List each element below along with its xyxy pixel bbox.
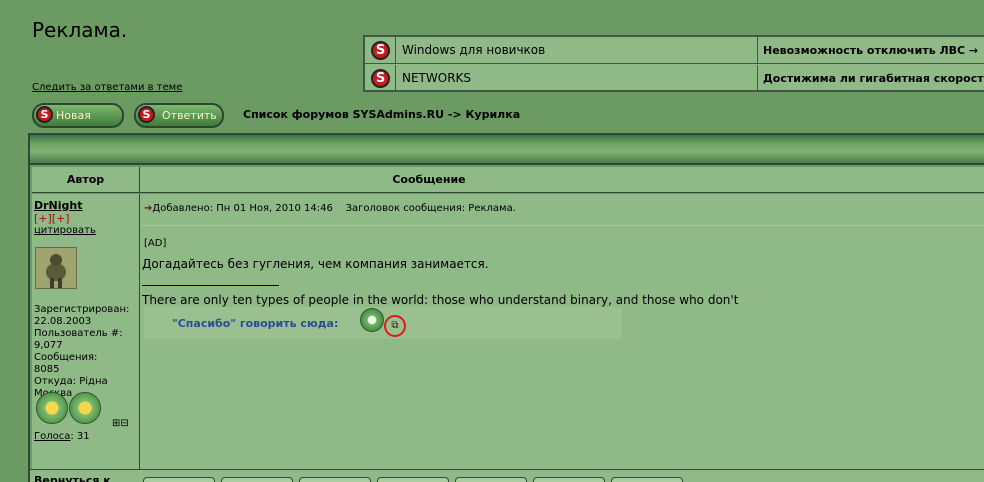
thanks-box: "Спасибо" говорить сюда: ⧉	[144, 307, 622, 339]
breadcrumb[interactable]: Список форумов SYSAdmins.RU -> Курилка	[243, 108, 520, 121]
signature-divider	[142, 285, 279, 286]
related-row: S NETWORKS Достижима ли гигабитная скоро…	[365, 65, 984, 92]
author-column-header: Автор	[32, 167, 140, 193]
message-column-header: Сообщение	[140, 167, 984, 193]
s-logo-icon: S	[36, 106, 53, 123]
registered-label: Зарегистрирован:	[34, 304, 130, 315]
bottom-row: Вернуться к	[30, 469, 984, 482]
thanks-label: "Спасибо" говорить сюда:	[172, 317, 339, 330]
related-last-post-link[interactable]: Достижима ли гигабитная скорост	[757, 65, 984, 92]
ad-tag: [AD]	[144, 238, 167, 249]
reply-label: Ответить	[162, 109, 217, 122]
related-topics-table: S Windows для новичков Невозможность отк…	[363, 35, 984, 92]
page-title: Реклама.	[32, 18, 128, 42]
related-topic-link[interactable]: Windows для новичков	[395, 37, 757, 64]
rank-stars	[36, 392, 102, 427]
location-label: Откуда: Рідна	[34, 376, 108, 387]
table-top-bar	[30, 135, 984, 165]
forum-post-table: Автор Сообщение DrNight [+][+] цитироват…	[28, 133, 984, 482]
topic-s-icon: S	[371, 69, 390, 88]
post-action-button[interactable]	[533, 477, 605, 482]
posts-value: 8085	[34, 364, 60, 375]
related-row: S Windows для новичков Невозможность отк…	[365, 37, 984, 64]
rank-star-icon	[36, 392, 68, 424]
reply-button[interactable]: S Ответить	[134, 103, 224, 128]
message-panel: ➔Добавлено: Пн 01 Ноя, 2010 14:46 Заголо…	[140, 194, 984, 469]
avatar-image-icon	[36, 248, 76, 288]
post-action-button[interactable]	[221, 477, 293, 482]
post-body: Догадайтесь без гугления, чем компания з…	[142, 257, 489, 271]
post-action-button[interactable]	[611, 477, 683, 482]
related-last-post-link[interactable]: Невозможность отключить ЛВС →	[757, 37, 984, 64]
signature: There are only ten types of people in th…	[142, 293, 739, 307]
quote-link[interactable]: цитировать	[34, 225, 96, 236]
author-nick-link[interactable]: DrNight	[34, 199, 83, 212]
author-panel: DrNight [+][+] цитировать Зарегистрирова…	[32, 194, 140, 469]
karma-buttons[interactable]: [+][+]	[34, 212, 70, 225]
post-header-text: Добавлено: Пн 01 Ноя, 2010 14:46 Заголов…	[152, 203, 516, 214]
post-action-button[interactable]	[299, 477, 371, 482]
votes-link[interactable]: Голоса	[34, 431, 70, 442]
thanks-star-button[interactable]	[360, 308, 384, 332]
follow-topic-link[interactable]: Следить за ответами в теме	[32, 82, 182, 93]
new-topic-button[interactable]: S Новая тема	[32, 103, 124, 143]
back-link[interactable]: Вернуться к	[34, 474, 111, 482]
expand-collapse-icon[interactable]: ⊞⊟	[112, 418, 129, 429]
rank-star-icon	[69, 392, 101, 424]
click-cursor-icon: ⧉	[384, 315, 406, 337]
user-number-value: 9,077	[34, 340, 63, 351]
votes-value: : 31	[70, 431, 90, 442]
avatar	[35, 247, 77, 289]
post-action-button[interactable]	[455, 477, 527, 482]
post-header-divider	[140, 225, 984, 226]
topic-s-icon: S	[371, 41, 390, 60]
user-number-label: Пользователь #:	[34, 328, 123, 339]
post-header: ➔Добавлено: Пн 01 Ноя, 2010 14:46 Заголо…	[144, 203, 516, 214]
posts-label: Сообщения:	[34, 352, 98, 363]
registered-value: 22.08.2003	[34, 316, 92, 327]
s-logo-icon: S	[138, 106, 155, 123]
votes: Голоса: 31	[34, 431, 90, 442]
post-action-button[interactable]	[143, 477, 215, 482]
post-action-button[interactable]	[377, 477, 449, 482]
related-topic-link[interactable]: NETWORKS	[395, 65, 757, 92]
